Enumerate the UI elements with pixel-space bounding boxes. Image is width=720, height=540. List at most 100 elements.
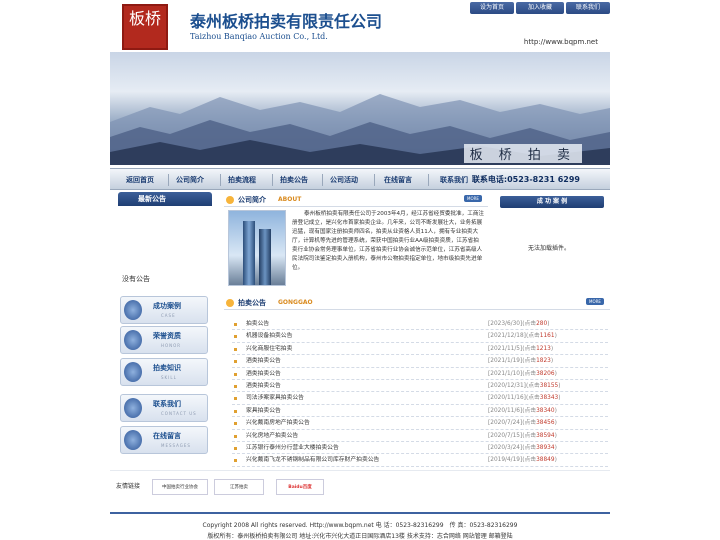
button-label: 拍卖知识	[153, 364, 181, 372]
table-row[interactable]: 酒类拍卖公告 [2021/1/10](点击38206)	[232, 368, 608, 380]
success-cases-button[interactable]: 成功案例 CASE	[120, 296, 208, 324]
hits-prefix: (点击	[522, 432, 537, 439]
nav-process[interactable]: 拍卖流程	[228, 175, 256, 185]
nav-contact[interactable]: 联系我们	[440, 175, 468, 185]
table-row[interactable]: 机器设备拍卖公告 [2021/12/18](点击1161)	[232, 330, 608, 343]
notice-title[interactable]: 酒类拍卖公告	[246, 368, 281, 380]
notice-date: [2020/7/24]	[488, 420, 523, 427]
notice-title[interactable]: 机器设备拍卖公告	[246, 330, 292, 342]
guestbook-button[interactable]: 在线留言 MESSAGES	[120, 426, 208, 454]
notice-title[interactable]: 兴化戴南飞龙不锈钢制品有限公司库存财产拍卖公告	[246, 454, 379, 466]
table-row[interactable]: 拍卖公告 [2023/6/30](点击280)	[232, 318, 608, 331]
bullet-icon	[234, 397, 237, 401]
notice-meta: [2020/7/15](点击38594)	[488, 430, 557, 442]
nav-divider	[428, 174, 429, 186]
nav-guestbook[interactable]: 在线留言	[384, 175, 412, 185]
notice-meta: [2023/6/30](点击280)	[488, 318, 549, 330]
link-jiangsu-auction[interactable]: 江苏拍卖	[214, 479, 264, 495]
table-row[interactable]: 兴化戴南飞龙不锈钢制品有限公司库存财产拍卖公告 [2019/4/19](点击388…	[232, 454, 608, 467]
company-name-en: Taizhou Banqiao Auction Co., Ltd.	[190, 32, 328, 41]
bullet-icon	[234, 323, 237, 326]
button-label: 成功案例	[153, 302, 181, 310]
bullet-icon	[234, 446, 237, 450]
set-homepage-link[interactable]: 设为首页	[470, 2, 514, 14]
notice-meta: [2021/1/10](点击38206)	[488, 368, 557, 380]
about-more-button[interactable]: MORE	[464, 195, 482, 202]
button-label: 荣誉资质	[153, 332, 181, 340]
nav-about[interactable]: 公司简介	[176, 175, 204, 185]
add-favorite-link[interactable]: 加入收藏	[516, 2, 564, 14]
hits-prefix: (点击	[522, 407, 537, 414]
nav-divider	[374, 174, 375, 186]
notice-title[interactable]: 兴化房地产拍卖公告	[246, 430, 298, 442]
hits-suffix: )	[554, 457, 557, 464]
table-row[interactable]: 酒类拍卖公告 [2021/1/19](点击1823)	[232, 355, 608, 368]
notice-meta: [2021/1/19](点击1823)	[488, 355, 553, 367]
hits-prefix: (点击	[522, 457, 537, 464]
bullet-icon	[234, 372, 237, 376]
notice-title[interactable]: 兴化商服住宅拍卖	[246, 343, 292, 355]
notice-date: [2020/11/16]	[488, 395, 526, 402]
table-row[interactable]: 酒类拍卖公告 [2020/12/31](点击38155)	[232, 380, 608, 393]
table-row[interactable]: 司法涉案家具拍卖公告 [2020/11/16](点击38343)	[232, 392, 608, 405]
notice-hits: 38343	[539, 395, 559, 402]
contact-us-button[interactable]: 联系我们 CONTACT US	[120, 394, 208, 422]
button-sublabel: CONTACT US	[161, 411, 197, 416]
site-header: 板桥 泰州板桥拍卖有限责任公司 Taizhou Banqiao Auction …	[110, 0, 610, 52]
link-china-auction-association[interactable]: 中国拍卖行业协会	[152, 479, 208, 495]
auction-title-en: GONGGAO	[278, 299, 313, 306]
nav-announcements[interactable]: 拍卖公告	[280, 175, 308, 185]
hits-suffix: )	[554, 407, 557, 414]
contact-phone: 联系电话:0523-8231 6299	[471, 175, 580, 184]
notice-meta: [2019/4/19](点击38849)	[488, 454, 557, 466]
friend-links: 友情链接 中国拍卖行业协会 江苏拍卖 Baidu百度	[110, 470, 610, 504]
link-baidu[interactable]: Baidu百度	[276, 479, 324, 495]
about-title-en: ABOUT	[278, 196, 302, 203]
table-row[interactable]: 兴化房地产拍卖公告 [2020/7/15](点击38594)	[232, 430, 608, 442]
footer-copyright: Copyright 2008 All rights reserved. Http…	[202, 522, 518, 529]
notice-hits: 38594	[536, 432, 555, 439]
button-sublabel: SKILL	[161, 375, 177, 380]
hits-suffix: )	[554, 370, 557, 377]
notice-title[interactable]: 酒类拍卖公告	[246, 355, 281, 367]
notice-title[interactable]: 司法涉案家具拍卖公告	[246, 392, 304, 404]
notice-meta: [2021/11/5](点击1213)	[488, 343, 553, 355]
notice-hits: 38155	[539, 382, 559, 389]
auction-knowledge-button[interactable]: 拍卖知识 SKILL	[120, 358, 208, 386]
auction-more-button[interactable]: MORE	[586, 298, 604, 305]
bullet-icon	[234, 422, 237, 426]
bullet-icon	[234, 409, 237, 413]
notice-title[interactable]: 江苏银行泰州分行营业大楼拍卖公告	[246, 442, 339, 454]
notice-hits: 38340	[536, 407, 555, 414]
nav-divider	[272, 174, 273, 186]
bullet-icon	[234, 335, 237, 339]
notice-title[interactable]: 拍卖公告	[246, 318, 269, 330]
site-url: http://www.bqpm.net	[523, 38, 598, 46]
bullet-icon	[234, 434, 237, 438]
table-row[interactable]: 家具拍卖公告 [2020/11/6](点击38340)	[232, 405, 608, 418]
notice-meta: [2020/11/6](点击38340)	[488, 405, 557, 417]
plugin-error-text: 无法加载插件。	[528, 245, 571, 252]
friend-links-label: 友情链接	[116, 483, 141, 490]
contact-us-top-link[interactable]: 联系我们	[566, 2, 610, 14]
hits-prefix: (点击	[522, 370, 537, 377]
notice-date: [2020/11/6]	[488, 407, 523, 414]
notice-date: [2021/1/10]	[488, 370, 523, 377]
notice-title[interactable]: 酒类拍卖公告	[246, 380, 281, 392]
notice-date: [2021/12/18]	[488, 333, 526, 340]
banner-caption: 板 桥 拍 卖	[463, 144, 582, 163]
honor-button[interactable]: 荣誉资质 HONOR	[120, 326, 208, 354]
notice-title[interactable]: 家具拍卖公告	[246, 405, 281, 417]
nav-activities[interactable]: 公司活动	[330, 175, 358, 185]
hits-suffix: )	[554, 444, 557, 451]
notice-date: [2023/6/30]	[488, 321, 523, 327]
notice-hits: 280	[536, 321, 548, 327]
bullet-icon	[226, 196, 234, 204]
table-row[interactable]: 江苏银行泰州分行营业大楼拍卖公告 [2020/3/24](点击38934)	[232, 442, 608, 455]
nav-home[interactable]: 返回首页	[126, 175, 154, 185]
table-row[interactable]: 兴化戴南房地产拍卖公告 [2020/7/24](点击38456)	[232, 417, 608, 430]
notice-date: [2019/4/19]	[488, 457, 523, 464]
button-label: 在线留言	[153, 432, 181, 440]
notice-title[interactable]: 兴化戴南房地产拍卖公告	[246, 417, 310, 429]
table-row[interactable]: 兴化商服住宅拍卖 [2021/11/5](点击1213)	[232, 343, 608, 356]
